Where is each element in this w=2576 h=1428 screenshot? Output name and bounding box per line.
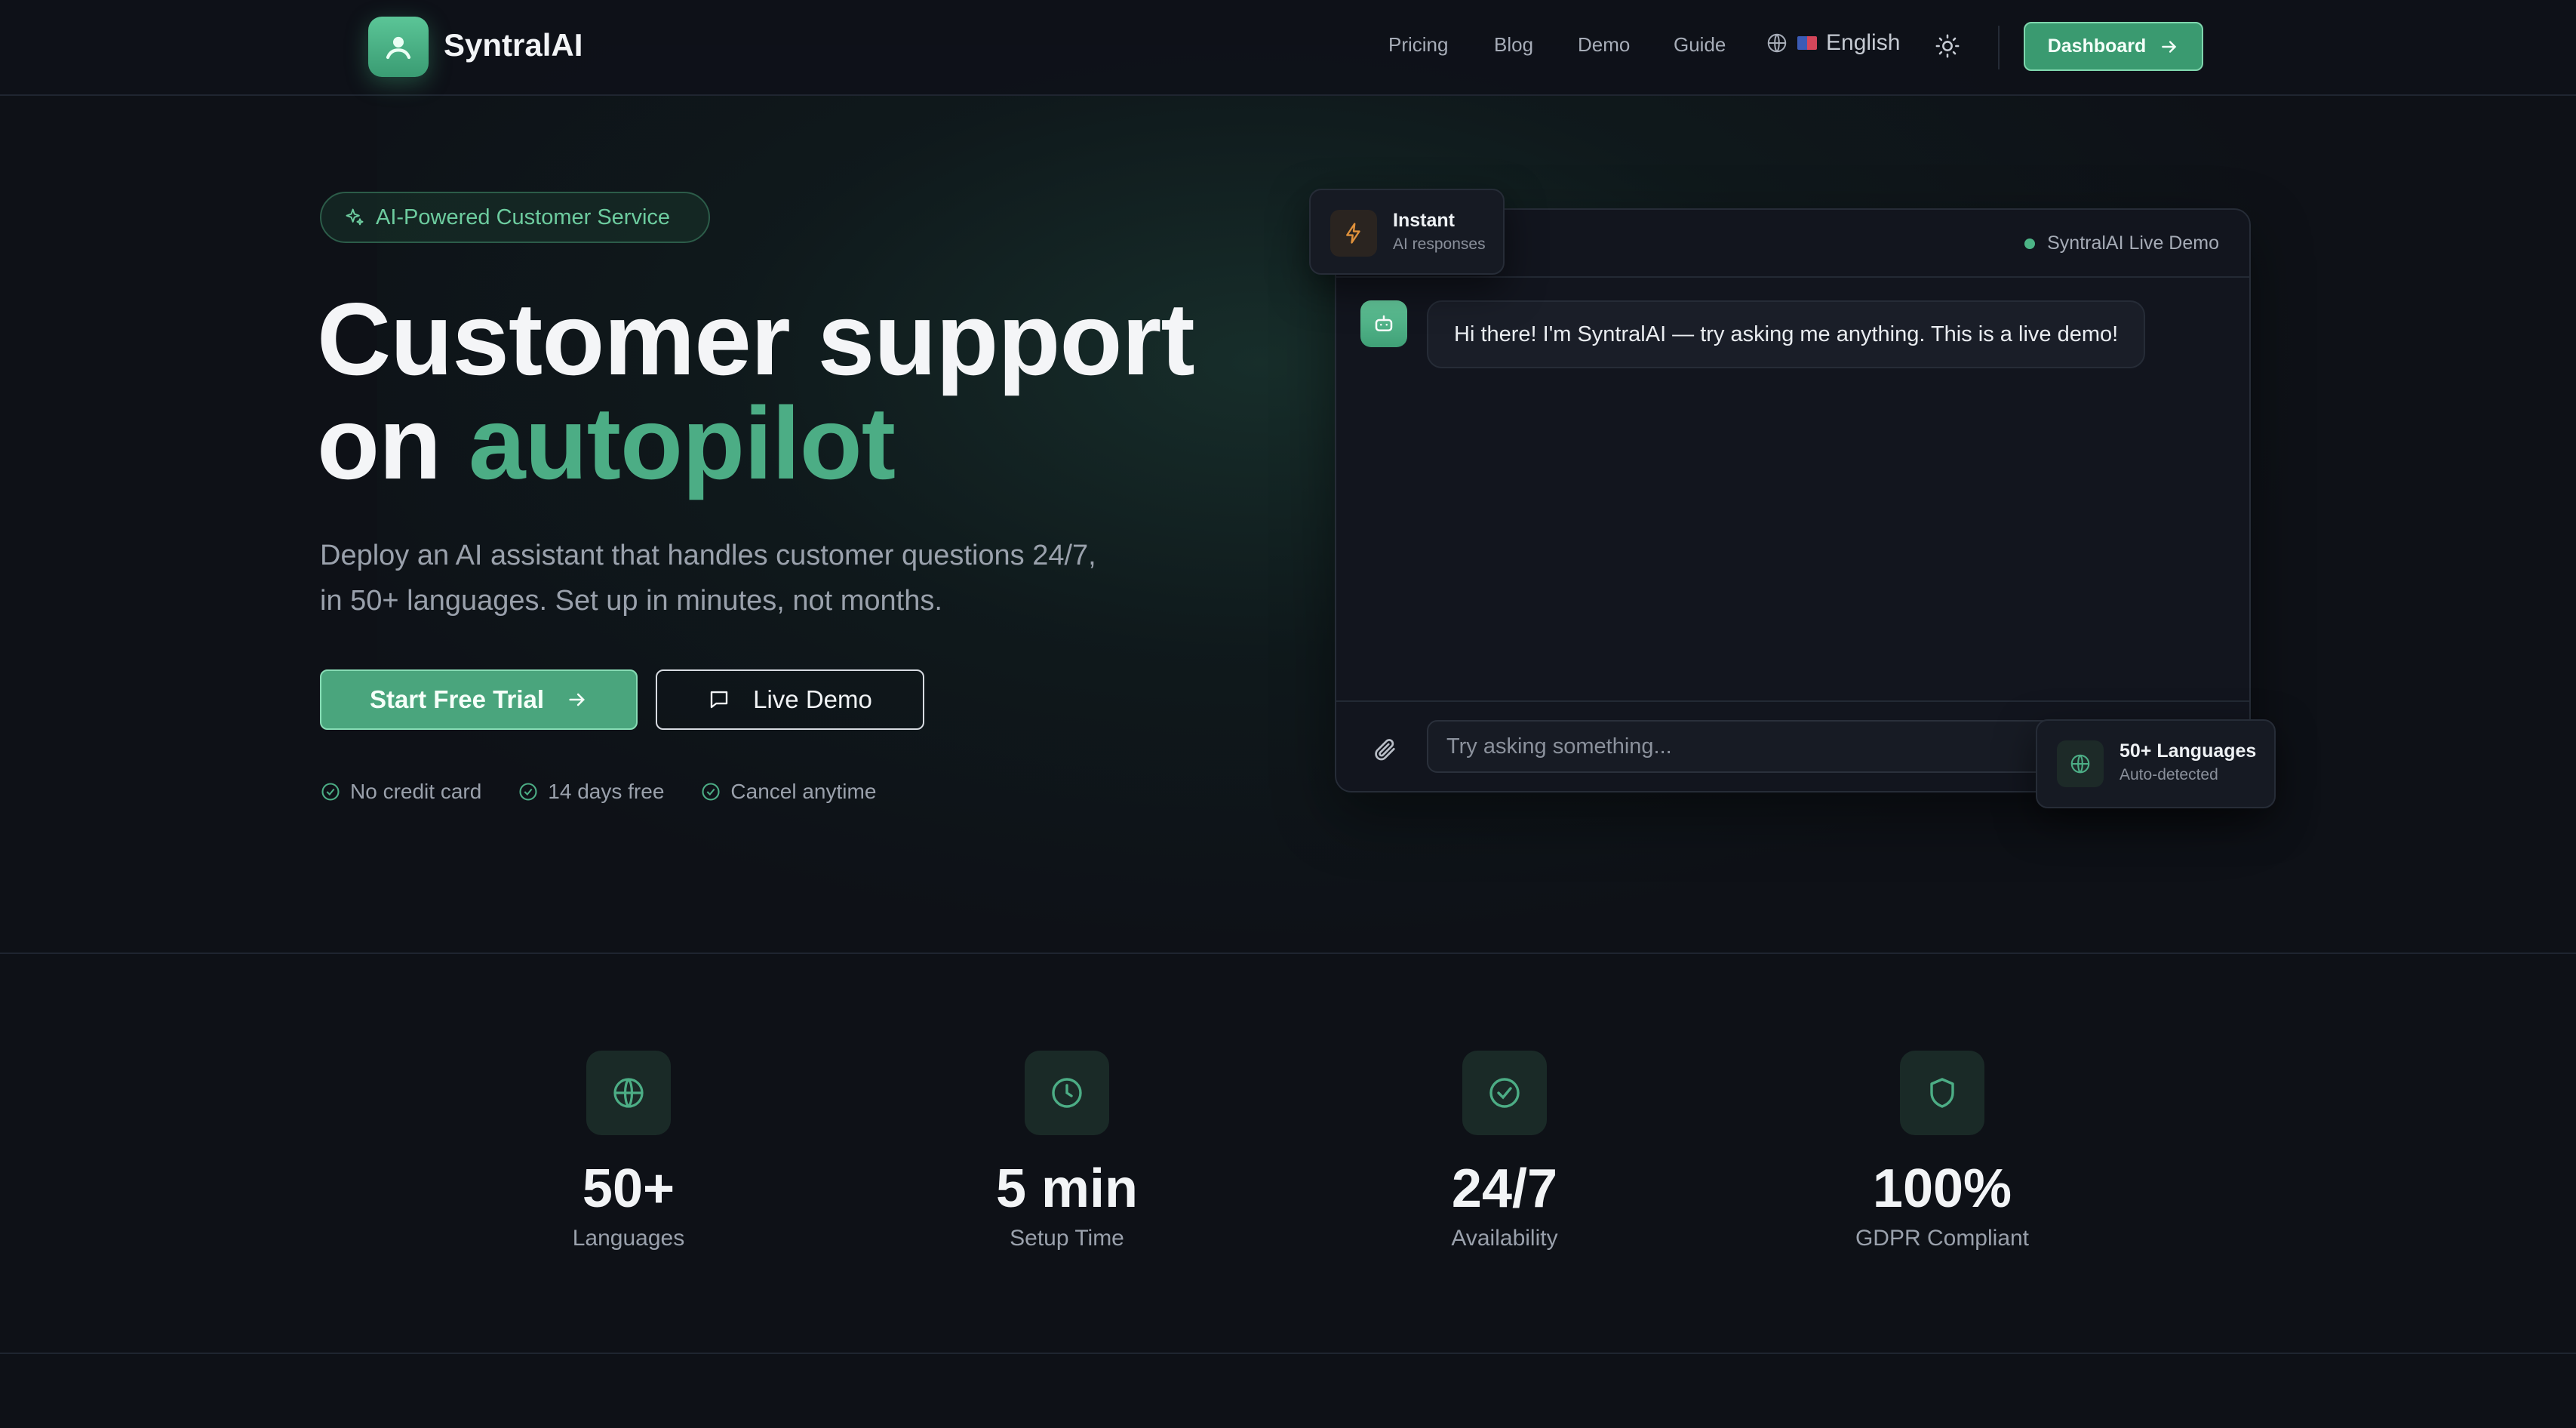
perks-list: No credit card 14 days free Cancel anyti…: [320, 780, 876, 804]
stat-item: 5 min Setup Time: [916, 1051, 1218, 1251]
chat-bubble-icon: [710, 691, 728, 709]
live-demo-button[interactable]: Live Demo: [656, 669, 924, 730]
stat-value: 100%: [1872, 1159, 2012, 1219]
section-divider: [0, 953, 2576, 954]
instant-title: Instant: [1393, 210, 1455, 231]
nav-link-demo[interactable]: Demo: [1578, 33, 1630, 57]
check-circle-icon: [702, 783, 720, 801]
sparkles-icon: [346, 208, 364, 226]
lightning-icon: [1346, 223, 1360, 244]
shield-icon: [1930, 1078, 1954, 1108]
languages-title: 50+ Languages: [2120, 740, 2257, 762]
live-demo-status: SyntralAI Live Demo: [2024, 232, 2219, 254]
perk-item: 14 days free: [518, 780, 664, 804]
language-selector[interactable]: English: [1766, 30, 1900, 56]
stat-label: GDPR Compliant: [1855, 1226, 2030, 1251]
hero-title-accent: autopilot: [468, 386, 896, 500]
nav-link-pricing[interactable]: Pricing: [1388, 33, 1448, 57]
bot-icon: [1375, 315, 1393, 331]
stat-icon-box: [1025, 1051, 1109, 1135]
stat-label: Availability: [1451, 1226, 1558, 1251]
demo-card-divider: [1336, 700, 2249, 702]
section-divider: [0, 1353, 2576, 1354]
stat-icon-box: [1900, 1051, 1984, 1135]
nav-link-blog[interactable]: Blog: [1494, 33, 1533, 57]
languages-subtitle: Auto-detected: [2120, 766, 2218, 783]
hero-badge: AI-Powered Customer Service: [320, 192, 710, 243]
stat-value: 24/7: [1451, 1159, 1558, 1219]
stat-label: Languages: [572, 1226, 685, 1251]
bot-message: Hi there! I'm SyntralAI — try asking me …: [1427, 300, 2146, 368]
hero-title-line1: Customer support: [317, 282, 1195, 396]
hero-title-prefix: on: [317, 386, 469, 500]
hero-subtitle-line1: Deploy an AI assistant that handles cust…: [320, 540, 1096, 571]
dashboard-label: Dashboard: [2047, 35, 2147, 57]
lightning-icon-box: [1330, 210, 1377, 257]
brand-name[interactable]: SyntralAI: [444, 27, 583, 63]
brand-logo[interactable]: [368, 17, 429, 77]
hero-subtitle: Deploy an AI assistant that handles cust…: [320, 533, 1150, 623]
check-circle-icon: [321, 783, 340, 801]
perk-label: Cancel anytime: [730, 780, 877, 803]
hero-title: Customer support on autopilot: [317, 287, 1195, 495]
stat-value: 50+: [582, 1159, 675, 1219]
live-demo-label: SyntralAI Live Demo: [2047, 232, 2219, 254]
clock-icon: [1052, 1078, 1082, 1108]
live-status-dot: [2024, 238, 2036, 249]
hero-badge-label: AI-Powered Customer Service: [376, 205, 671, 229]
check-circle-icon: [1489, 1078, 1520, 1108]
hero-subtitle-line2: in 50+ languages. Set up in minutes, not…: [320, 585, 942, 617]
stat-value: 5 min: [995, 1159, 1139, 1219]
instant-responses-card: Instant AI responses: [1309, 189, 1505, 275]
stat-item: 100% GDPR Compliant: [1791, 1051, 2093, 1251]
globe-icon: [1767, 33, 1787, 53]
perk-label: No credit card: [350, 780, 482, 803]
uk-flag-icon: [1797, 36, 1817, 50]
languages-card: 50+ Languages Auto-detected: [2036, 719, 2276, 808]
language-label: English: [1826, 30, 1901, 55]
perk-item: No credit card: [320, 780, 481, 804]
paperclip-icon[interactable]: [1373, 737, 1398, 762]
start-free-trial-label: Start Free Trial: [369, 685, 545, 713]
bot-avatar: [1360, 300, 1407, 347]
theme-toggle-sun-icon[interactable]: [1935, 33, 1960, 59]
user-avatar-icon: [386, 36, 411, 60]
perk-item: Cancel anytime: [700, 780, 876, 804]
instant-subtitle: AI responses: [1393, 235, 1486, 253]
nav-divider: [1998, 26, 2000, 69]
top-nav: SyntralAI Pricing Blog Demo Guide Englis…: [0, 0, 2576, 96]
globe-icon: [2070, 754, 2090, 774]
stat-icon-box: [1462, 1051, 1547, 1135]
nav-link-guide[interactable]: Guide: [1674, 33, 1726, 57]
stat-item: 24/7 Availability: [1354, 1051, 1655, 1251]
globe-icon: [613, 1078, 644, 1108]
stat-item: 50+ Languages: [478, 1051, 779, 1251]
check-circle-icon: [519, 783, 537, 801]
arrow-right-icon: [569, 693, 586, 706]
live-demo-card: SyntralAI Live Demo Hi there! I'm Syntra…: [1335, 208, 2251, 792]
live-demo-label: Live Demo: [753, 685, 872, 713]
stat-label: Setup Time: [1010, 1226, 1124, 1251]
dashboard-button[interactable]: Dashboard: [2024, 22, 2203, 71]
arrow-right-icon: [2162, 40, 2177, 53]
start-free-trial-button[interactable]: Start Free Trial: [320, 669, 638, 730]
stat-icon-box: [586, 1051, 671, 1135]
perk-label: 14 days free: [548, 780, 665, 803]
globe-icon-box: [2057, 740, 2104, 787]
